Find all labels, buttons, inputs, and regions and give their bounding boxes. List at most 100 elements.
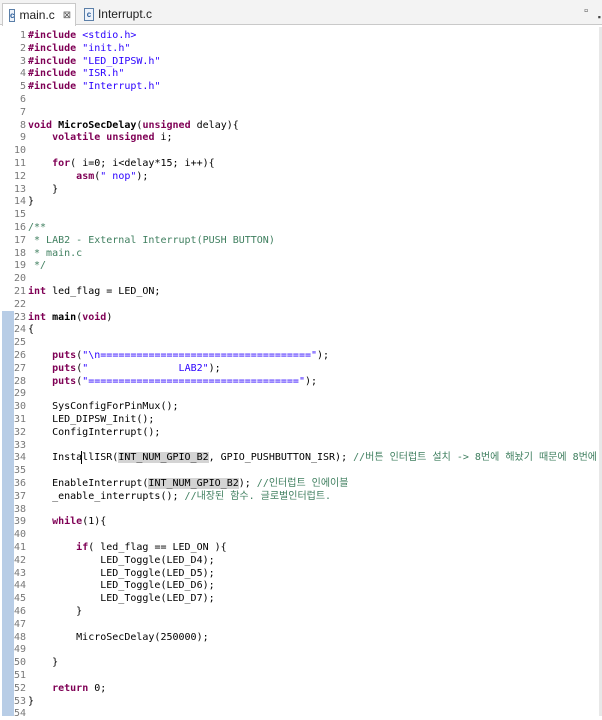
text-caret bbox=[81, 451, 82, 464]
code-text: EnableInterrupt(INT_NUM_GPIO_B2); //인터럽트… bbox=[28, 478, 349, 489]
line-number: 27 bbox=[13, 362, 26, 374]
code-line[interactable]: 49 bbox=[0, 643, 602, 656]
code-text: } bbox=[28, 606, 83, 617]
code-line[interactable]: 10 bbox=[0, 144, 602, 157]
code-text: void MicroSecDelay(unsigned delay){ bbox=[28, 119, 239, 131]
code-line[interactable]: 39 while(1){ bbox=[0, 515, 602, 528]
line-number: 45 bbox=[13, 593, 26, 605]
line-number: 52 bbox=[13, 682, 26, 694]
editor-tab-bar: c main.c ⊠ c Interrupt.c ▫ ▪ bbox=[0, 0, 602, 26]
code-line[interactable]: 4 #include "ISR.h" bbox=[0, 67, 602, 80]
line-number: 51 bbox=[13, 670, 26, 681]
code-text: } bbox=[28, 695, 35, 707]
code-line[interactable]: 19 */ bbox=[0, 259, 602, 272]
code-text: MicroSecDelay(250000); bbox=[28, 631, 209, 643]
code-line[interactable]: 7 bbox=[0, 106, 602, 119]
code-line[interactable]: 3 #include "LED_DIPSW.h" bbox=[0, 55, 602, 68]
code-line[interactable]: 6 bbox=[0, 93, 602, 106]
code-line[interactable]: 32 ConfigInterrupt(); bbox=[0, 426, 602, 439]
code-line[interactable]: 18 * main.c bbox=[0, 247, 602, 260]
code-line[interactable]: 11 for( i=0; i<delay*15; i++){ bbox=[0, 157, 602, 170]
code-text: volatile unsigned i; bbox=[52, 132, 173, 144]
line-number: 31 bbox=[13, 414, 26, 425]
code-line[interactable]: 20 bbox=[0, 272, 602, 285]
code-line[interactable]: 42 LED_Toggle(LED_D4); bbox=[0, 554, 602, 567]
code-line[interactable]: 8 void MicroSecDelay(unsigned delay){ bbox=[0, 119, 602, 132]
code-line[interactable]: 40 bbox=[0, 528, 602, 541]
line-number: 12 bbox=[13, 170, 26, 182]
code-line[interactable]: 31 LED_DIPSW_Init(); bbox=[0, 413, 602, 426]
line-number: 10 bbox=[13, 145, 26, 157]
tab-label: Interrupt.c bbox=[97, 7, 152, 21]
code-line[interactable]: 9 volatile unsigned i; bbox=[0, 131, 602, 144]
code-line[interactable]: 45 LED_Toggle(LED_D7); bbox=[0, 592, 602, 605]
close-tab-icon[interactable]: ⊠ bbox=[63, 10, 71, 21]
code-text: #include <stdio.h> bbox=[28, 30, 137, 41]
code-line[interactable]: 28 puts("===============================… bbox=[0, 375, 602, 388]
code-line[interactable]: 2 #include "init.h" bbox=[0, 42, 602, 55]
code-text: #include "Interrupt.h" bbox=[28, 81, 161, 93]
code-text: int led_flag = LED_ON; bbox=[28, 286, 161, 297]
code-text: #include "ISR.h" bbox=[28, 68, 125, 80]
line-number: 23 bbox=[13, 311, 26, 323]
code-line[interactable]: 54 bbox=[0, 707, 602, 720]
code-line[interactable]: 52 return 0; bbox=[0, 682, 602, 695]
minimize-icon[interactable]: ▪ bbox=[598, 12, 601, 22]
code-line[interactable]: 12 asm(" nop"); bbox=[0, 170, 602, 183]
line-number: 20 bbox=[13, 273, 26, 285]
code-line[interactable]: 26 puts("\n=============================… bbox=[0, 349, 602, 362]
code-line[interactable]: 34 InstallISR(INT_NUM_GPIO_B2, GPIO_PUSH… bbox=[0, 451, 602, 464]
line-number: 9 bbox=[19, 132, 26, 144]
line-number: 1 bbox=[19, 30, 26, 41]
code-line[interactable]: 16/** bbox=[0, 221, 602, 234]
code-line[interactable]: 14} bbox=[0, 195, 602, 208]
line-number: 4 bbox=[19, 68, 26, 80]
code-text: puts("\n================================… bbox=[52, 350, 330, 361]
code-line[interactable]: 22 bbox=[0, 298, 602, 311]
code-line[interactable]: 43 LED_Toggle(LED_D5); bbox=[0, 567, 602, 580]
code-text: #include "init.h" bbox=[28, 42, 131, 54]
line-number: 34 bbox=[13, 452, 26, 464]
code-line[interactable]: 5 #include "Interrupt.h" bbox=[0, 80, 602, 93]
code-text: int main(void) bbox=[28, 311, 113, 323]
code-line[interactable]: 48 MicroSecDelay(250000); bbox=[0, 631, 602, 644]
code-line[interactable]: 46 } bbox=[0, 605, 602, 618]
line-number: 46 bbox=[13, 606, 26, 617]
code-editor[interactable]: 1 #include <stdio.h> 2 #include "init.h" 3 #i… bbox=[0, 27, 602, 719]
code-line[interactable]: 47 bbox=[0, 618, 602, 631]
code-line[interactable]: 50 } bbox=[0, 656, 602, 669]
code-line[interactable]: 38 bbox=[0, 503, 602, 516]
code-line[interactable]: 15 bbox=[0, 208, 602, 221]
code-line[interactable]: 36 EnableInterrupt(INT_NUM_GPIO_B2); //인… bbox=[0, 477, 602, 490]
line-number: 19 bbox=[13, 260, 26, 272]
code-line[interactable]: 23 int main(void) bbox=[0, 311, 602, 324]
line-number: 53 bbox=[13, 695, 26, 707]
code-line[interactable]: 21 int led_flag = LED_ON; bbox=[0, 285, 602, 298]
code-line[interactable]: 44 LED_Toggle(LED_D6); bbox=[0, 579, 602, 592]
line-number: 48 bbox=[13, 631, 26, 643]
code-line[interactable]: 37 _enable_interrupts(); //내장된 함수. 글로벌인터… bbox=[0, 490, 602, 503]
tab-main-c[interactable]: c main.c ⊠ bbox=[2, 3, 76, 26]
code-line[interactable]: 29 bbox=[0, 387, 602, 400]
code-line[interactable]: 1 #include <stdio.h> bbox=[0, 29, 602, 42]
line-number: 18 bbox=[13, 247, 26, 259]
line-number: 7 bbox=[19, 106, 26, 118]
code-line[interactable]: 35 bbox=[0, 464, 602, 477]
code-line[interactable]: 41 if( led_flag == LED_ON ){ bbox=[0, 541, 602, 554]
code-text: * main.c bbox=[28, 247, 83, 259]
code-line[interactable]: 27 puts(" LAB2"); bbox=[0, 362, 602, 375]
code-line[interactable]: 13 } bbox=[0, 183, 602, 196]
code-line[interactable]: 53} bbox=[0, 695, 602, 708]
code-text: */ bbox=[28, 260, 47, 272]
view-menu-icon[interactable]: ▫ bbox=[584, 5, 588, 17]
line-number: 41 bbox=[13, 542, 26, 553]
tab-interrupt-c[interactable]: c Interrupt.c bbox=[78, 3, 158, 25]
code-line[interactable]: 30 SysConfigForPinMux(); bbox=[0, 400, 602, 413]
code-line[interactable]: 51 bbox=[0, 669, 602, 682]
code-line[interactable]: 24{ bbox=[0, 323, 602, 336]
code-line[interactable]: 17 * LAB2 - External Interrupt(PUSH BUTT… bbox=[0, 234, 602, 247]
code-text: #include "LED_DIPSW.h" bbox=[28, 55, 161, 67]
code-text: } bbox=[28, 196, 35, 208]
code-line[interactable]: 33 bbox=[0, 439, 602, 452]
code-line[interactable]: 25 bbox=[0, 336, 602, 349]
